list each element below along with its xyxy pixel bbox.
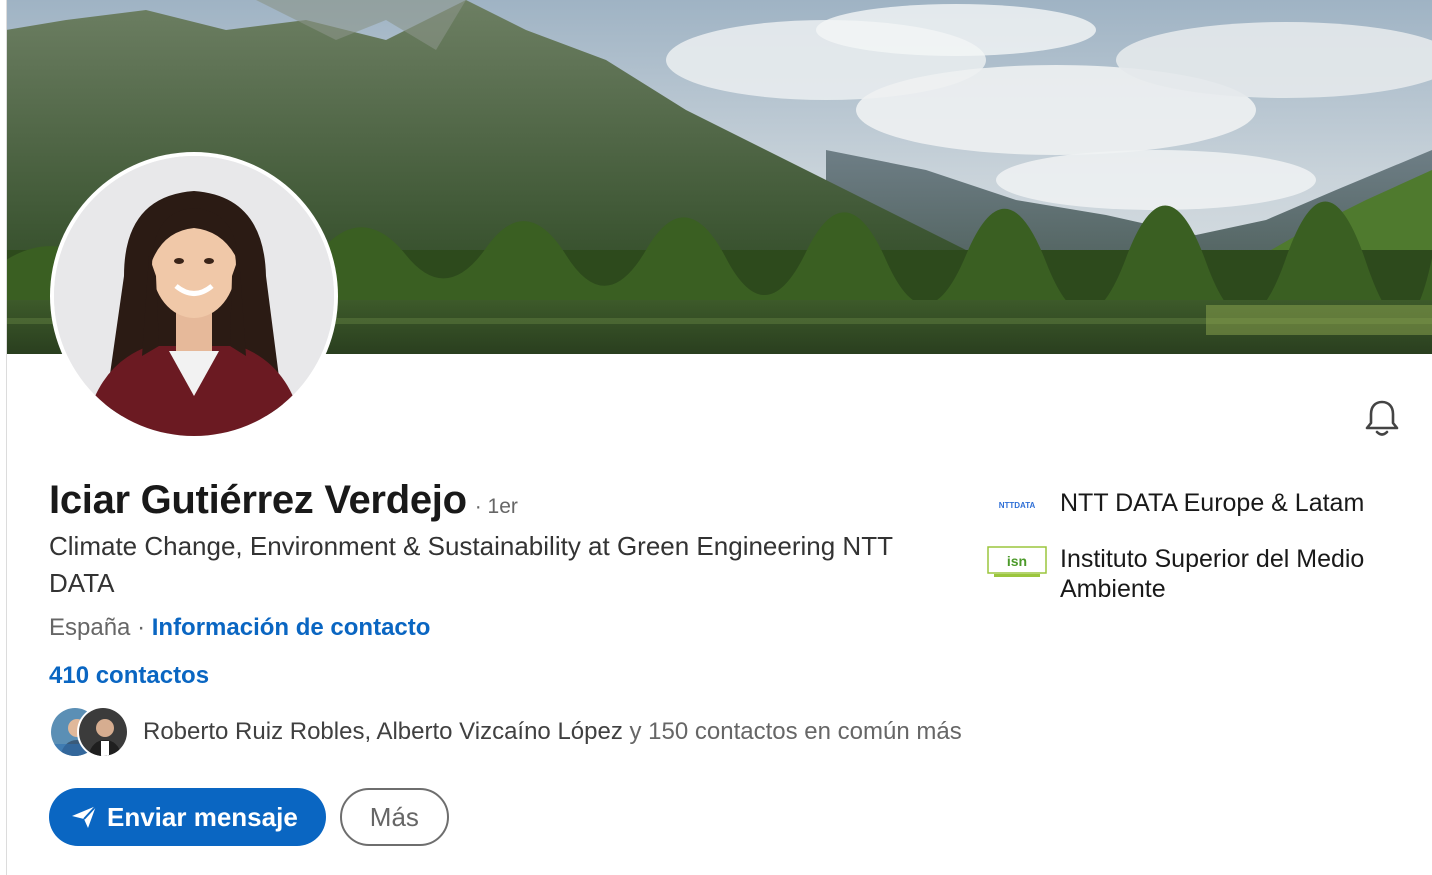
bell-icon[interactable] bbox=[1362, 398, 1402, 438]
location-row: España · Información de contacto bbox=[49, 614, 430, 642]
contact-info-link[interactable]: Información de contacto bbox=[152, 614, 431, 641]
svg-text:NTTDATA: NTTDATA bbox=[999, 501, 1036, 510]
mutual-connections[interactable]: Roberto Ruiz Robles, Alberto Vizcaíno Ló… bbox=[49, 706, 962, 758]
experience-education: NTTDATA NTT DATA Europe & Latam isn Inst… bbox=[986, 488, 1416, 626]
company-name: Instituto Superior del Medio Ambiente bbox=[1060, 545, 1365, 603]
company-ntt-data[interactable]: NTTDATA NTT DATA Europe & Latam bbox=[986, 488, 1416, 522]
connection-degree: · 1er bbox=[474, 495, 518, 518]
send-message-label: Enviar mensaje bbox=[107, 801, 298, 832]
profile-actions: Enviar mensaje Más bbox=[49, 788, 449, 846]
company-name: NTT DATA Europe & Latam bbox=[1060, 489, 1365, 517]
avatar bbox=[77, 706, 129, 758]
name-row: Iciar Gutiérrez Verdejo · 1er bbox=[49, 478, 518, 523]
mutual-names: Roberto Ruiz Robles, Alberto Vizcaíno Ló… bbox=[143, 718, 623, 745]
mutual-avatars bbox=[49, 706, 131, 758]
isma-logo: isn bbox=[986, 541, 1048, 581]
more-button[interactable]: Más bbox=[339, 788, 449, 846]
profile-name: Iciar Gutiérrez Verdejo bbox=[49, 478, 467, 522]
profile-photo[interactable] bbox=[50, 152, 338, 440]
send-message-button[interactable]: Enviar mensaje bbox=[49, 788, 326, 846]
company-isma[interactable]: isn Instituto Superior del Medio Ambient… bbox=[986, 541, 1416, 604]
paper-plane-icon bbox=[71, 805, 97, 829]
ntt-data-logo: NTTDATA bbox=[986, 488, 1048, 522]
svg-text:isn: isn bbox=[1007, 553, 1027, 569]
profile-location: España · bbox=[49, 614, 146, 641]
profile-headline: Climate Change, Environment & Sustainabi… bbox=[49, 531, 893, 598]
mutual-rest: y 150 contactos en común más bbox=[629, 718, 962, 745]
connections-count[interactable]: 410 contactos bbox=[49, 662, 209, 690]
card-border bbox=[6, 0, 7, 875]
profile-card: Iciar Gutiérrez Verdejo · 1er Climate Ch… bbox=[6, 0, 1432, 875]
